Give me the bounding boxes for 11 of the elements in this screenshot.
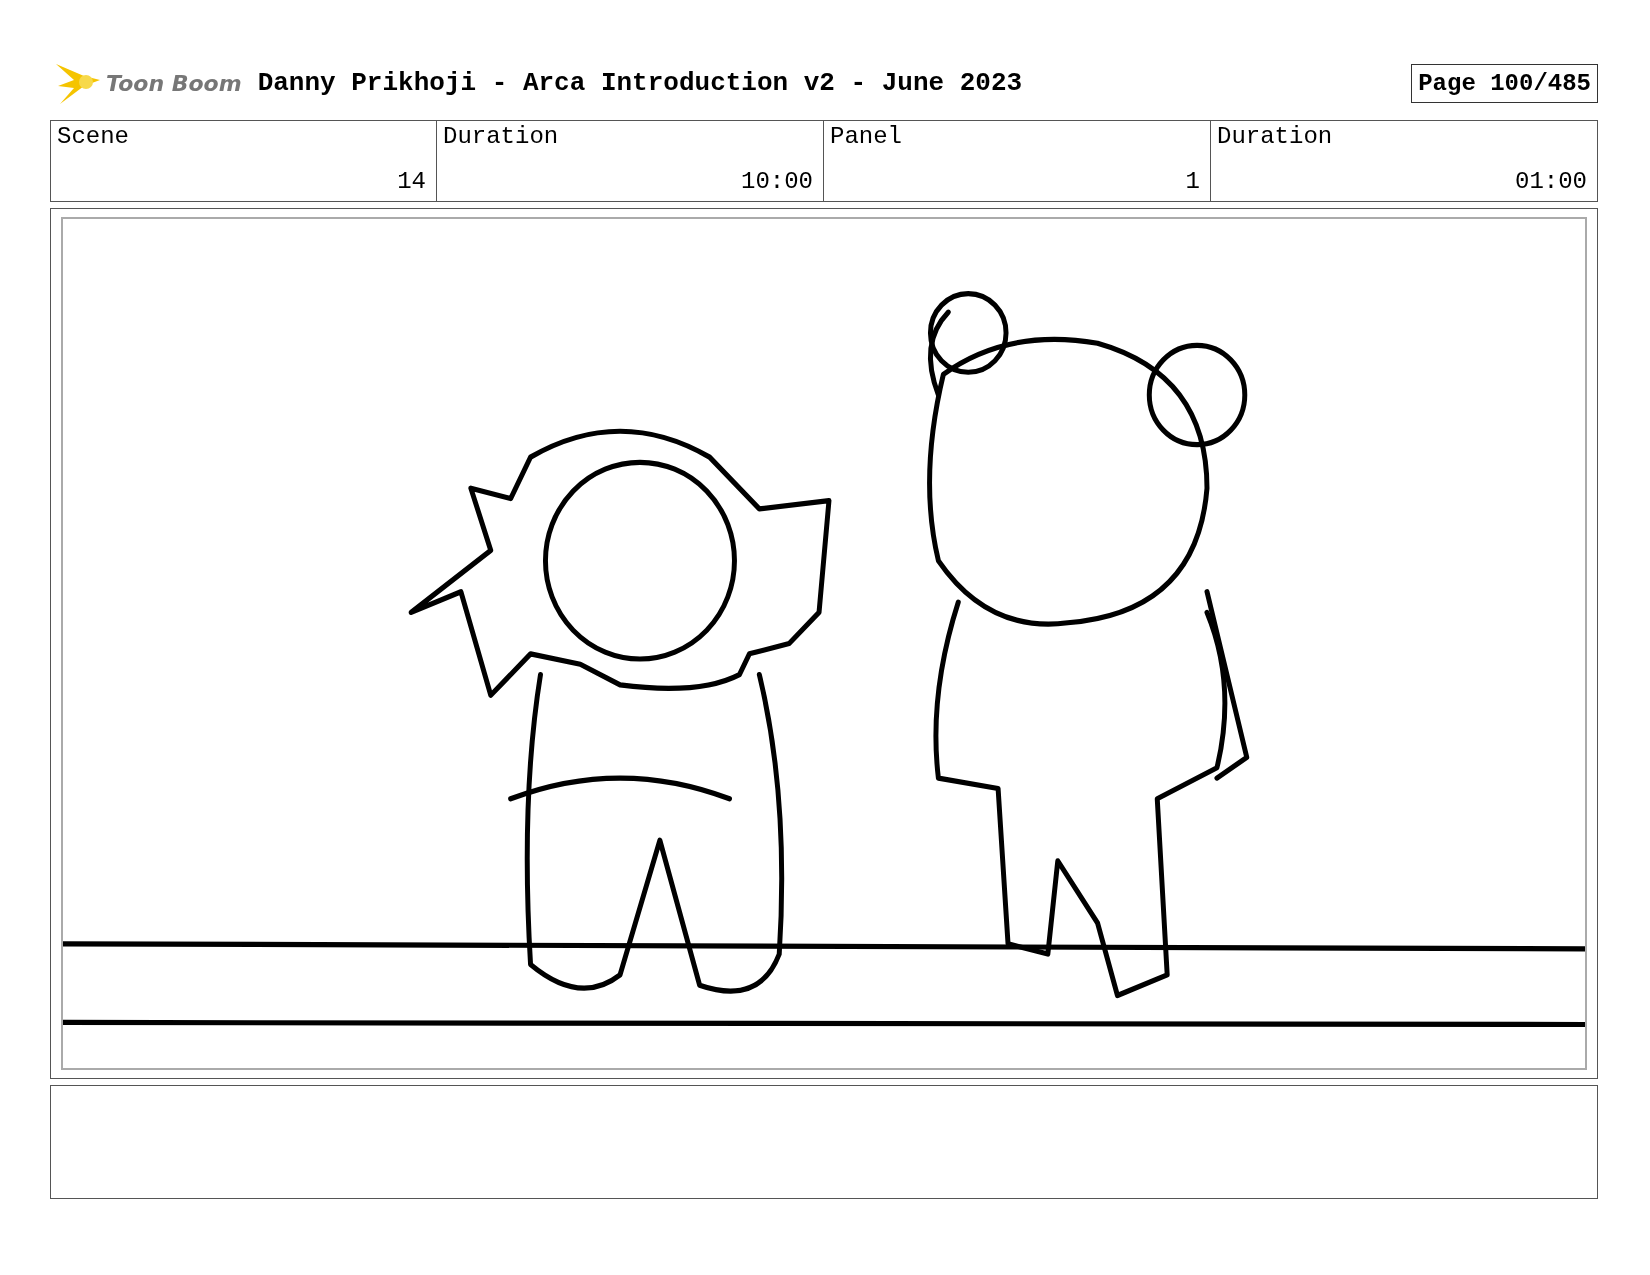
cell-value: 01:00 xyxy=(1515,168,1587,195)
column-header: Duration xyxy=(1217,123,1334,150)
column-header: Scene xyxy=(57,123,130,150)
column-header: Duration xyxy=(443,123,560,150)
page-number: Page 100/485 xyxy=(1411,63,1598,103)
page-title: Danny Prikhoji - Arca Introduction v2 - June 2023 xyxy=(257,68,1023,98)
cell-value: 1 xyxy=(1185,168,1200,195)
cell-value: 14 xyxy=(397,168,426,195)
column-header: Panel xyxy=(830,123,903,150)
cell-value: 10:00 xyxy=(741,168,813,195)
logo-text: Toon Boom xyxy=(106,70,242,96)
